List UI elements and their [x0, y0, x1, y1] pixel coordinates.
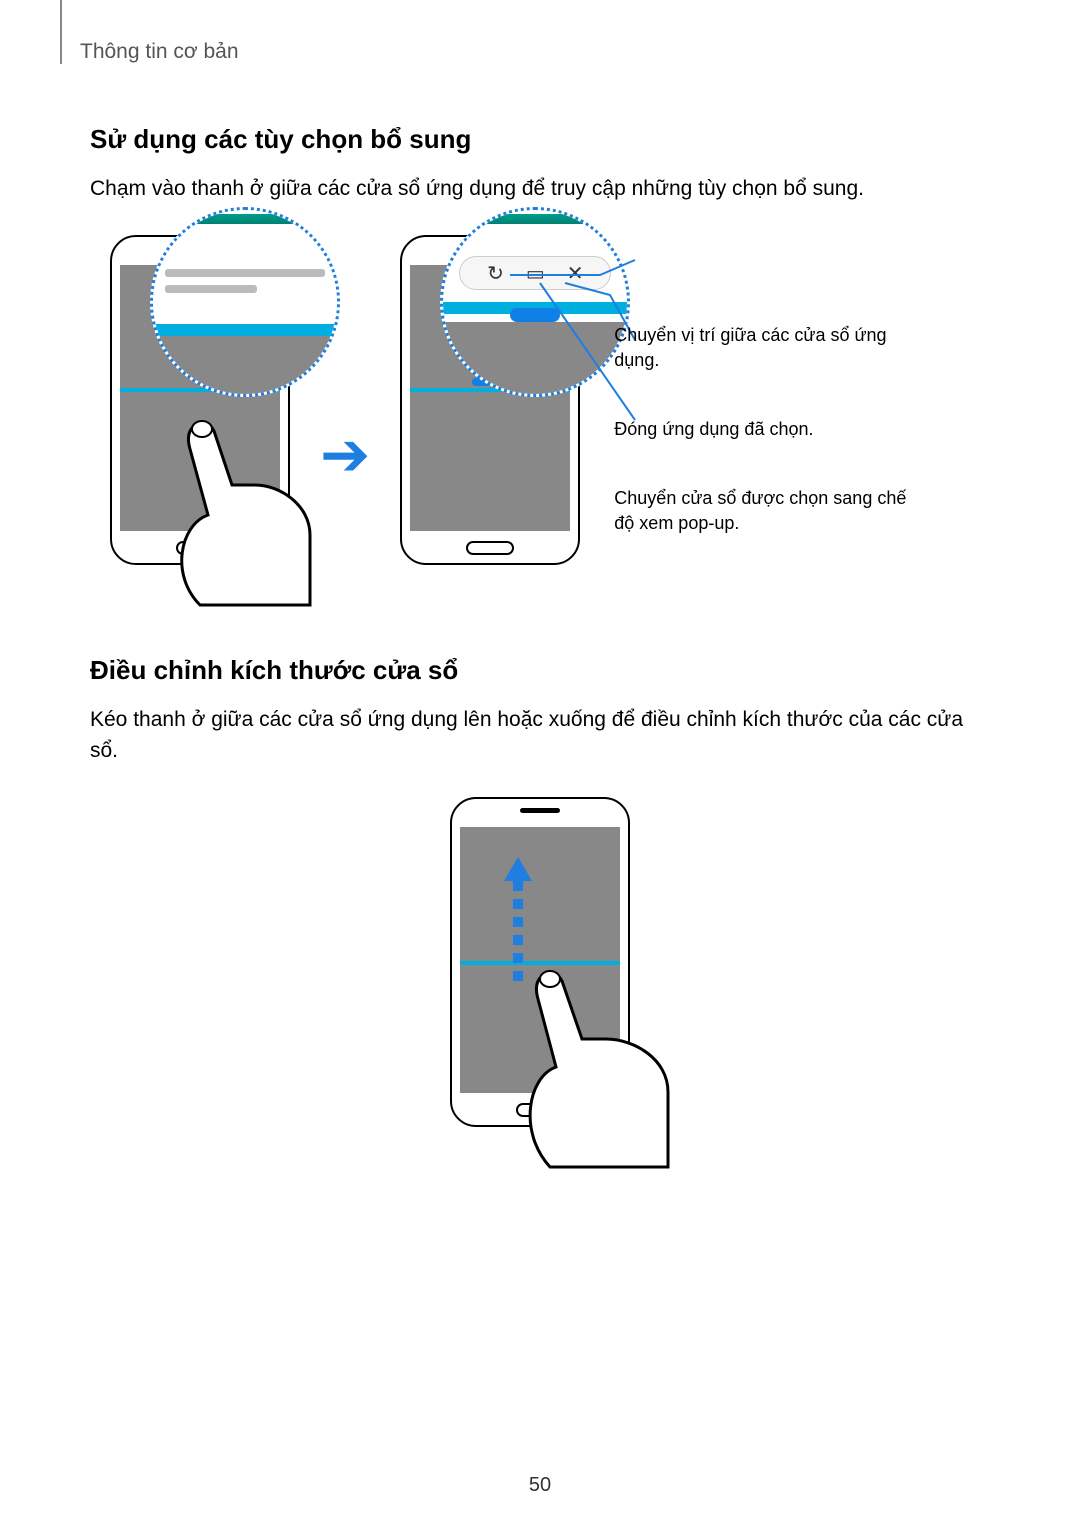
section-body-resize-window: Kéo thanh ở giữa các cửa sổ ứng dụng lên… — [90, 704, 990, 767]
hand-tap-icon — [160, 415, 320, 615]
phone-earpiece-area — [452, 799, 628, 823]
app-header-bar-icon — [169, 214, 321, 224]
figure-multiwindow-options: ➔ ↻ ▭ ✕ — [90, 235, 990, 605]
breadcrumb: Thông tin cơ bản — [80, 40, 990, 64]
phone-illustration-options: ↻ ▭ ✕ — [390, 235, 590, 605]
callout-swap: Chuyển vị trí giữa các cửa sổ ứng dụng. — [610, 323, 930, 373]
blurred-text-icon — [165, 285, 257, 293]
hand-drag-icon — [508, 967, 678, 1177]
figure-resize-window — [90, 797, 990, 1167]
magnifier-tap — [150, 207, 340, 397]
callout-close: Đóng ứng dụng đã chọn. — [610, 417, 930, 442]
page-content: Thông tin cơ bản Sử dụng các tùy chọn bổ… — [0, 0, 1080, 1237]
divider-bar-icon — [153, 324, 337, 336]
callout-list: Chuyển vị trí giữa các cửa sổ ứng dụng. … — [610, 303, 930, 537]
section-title-additional-options: Sử dụng các tùy chọn bổ sung — [90, 124, 990, 155]
section-body-additional-options: Chạm vào thanh ở giữa các cửa sổ ứng dụn… — [90, 173, 990, 205]
phone-illustration-tap — [100, 235, 300, 605]
page-number: 50 — [0, 1474, 1080, 1497]
earpiece-icon — [520, 808, 560, 813]
callout-popup: Chuyển cửa sổ được chọn sang chế độ xem … — [610, 486, 930, 536]
header-vertical-rule — [60, 0, 62, 64]
blurred-text-icon — [165, 269, 325, 277]
split-top-pane — [460, 827, 620, 965]
app-header-bar-icon — [459, 214, 611, 224]
bottom-pane-icon — [153, 336, 337, 393]
section-title-resize-window: Điều chỉnh kích thước cửa sổ — [90, 655, 990, 686]
phone-illustration-drag — [430, 797, 650, 1167]
arrow-right-icon: ➔ — [320, 420, 370, 490]
